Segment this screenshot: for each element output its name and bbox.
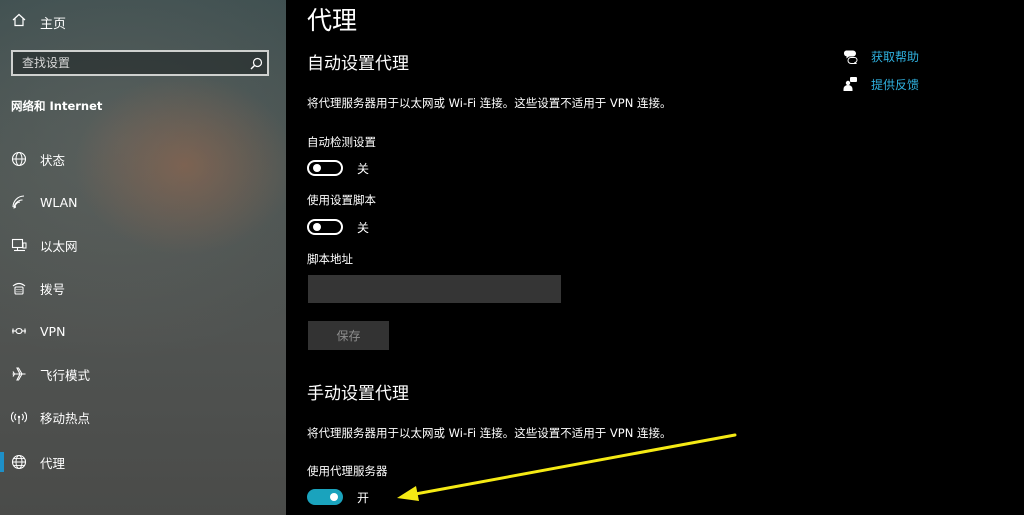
use-proxy-toggle[interactable] (307, 489, 343, 505)
manual-proxy-description: 将代理服务器用于以太网或 Wi-Fi 连接。这些设置不适用于 VPN 连接。 (307, 426, 672, 440)
setup-script-label: 使用设置脚本 (307, 193, 376, 207)
sidebar-item-vpn[interactable]: VPN (0, 311, 286, 351)
sidebar-item-hotspot[interactable]: 移动热点 (0, 397, 286, 437)
setup-script-state: 关 (357, 220, 370, 235)
search-box (11, 50, 269, 76)
search-icon[interactable] (245, 57, 267, 70)
use-proxy-label: 使用代理服务器 (307, 464, 388, 478)
setup-script-row: 关 (307, 217, 369, 237)
auto-detect-toggle[interactable] (307, 160, 343, 176)
manual-proxy-heading: 手动设置代理 (307, 384, 409, 404)
toggle-knob (330, 493, 338, 501)
sidebar-item-label: 飞行模式 (40, 367, 91, 383)
globe-status-icon (11, 151, 27, 167)
section-title: 网络和 Internet (11, 99, 103, 113)
sidebar-item-label: 状态 (40, 152, 66, 168)
setup-script-toggle[interactable] (307, 219, 343, 235)
auto-proxy-description: 将代理服务器用于以太网或 Wi-Fi 连接。这些设置不适用于 VPN 连接。 (307, 96, 672, 110)
sidebar-item-status[interactable]: 状态 (0, 139, 286, 179)
sidebar-item-ethernet[interactable]: 以太网 (0, 225, 286, 265)
get-help-label: 获取帮助 (871, 49, 920, 64)
dialup-icon (11, 280, 27, 296)
feedback-link[interactable]: 提供反馈 (842, 75, 919, 93)
main-content: 代理 自动设置代理 将代理服务器用于以太网或 Wi-Fi 连接。这些设置不适用于… (286, 0, 1024, 515)
page-title: 代理 (307, 6, 358, 35)
search-input[interactable] (13, 52, 245, 74)
sidebar-item-dialup[interactable]: 拨号 (0, 268, 286, 308)
sidebar-item-airplane[interactable]: 飞行模式 (0, 354, 286, 394)
use-proxy-row: 开 (307, 487, 369, 507)
script-address-label: 脚本地址 (307, 252, 353, 266)
feedback-person-icon (842, 76, 858, 92)
toggle-knob (313, 223, 321, 231)
ethernet-icon (11, 237, 27, 253)
home-link[interactable]: 主页 (12, 12, 66, 32)
help-chat-icon (842, 48, 858, 64)
sidebar-item-label: 代理 (40, 455, 66, 471)
save-button[interactable]: 保存 (308, 321, 389, 350)
sidebar-item-proxy[interactable]: 代理 (0, 442, 286, 482)
sidebar-item-label: VPN (40, 323, 66, 339)
airplane-icon (11, 366, 27, 382)
wifi-icon (11, 194, 27, 210)
feedback-label: 提供反馈 (871, 77, 920, 92)
auto-proxy-heading: 自动设置代理 (307, 54, 409, 74)
sidebar-item-label: 拨号 (40, 281, 66, 297)
sidebar: 主页 网络和 Internet 状态 WLAN 以太网 (0, 0, 286, 515)
auto-detect-label: 自动检测设置 (307, 135, 376, 149)
sidebar-item-label: WLAN (40, 194, 78, 210)
sidebar-item-wlan[interactable]: WLAN (0, 182, 286, 222)
auto-detect-row: 关 (307, 158, 369, 178)
toggle-knob (313, 164, 321, 172)
settings-window: 主页 网络和 Internet 状态 WLAN 以太网 (0, 0, 1024, 515)
get-help-link[interactable]: 获取帮助 (842, 47, 919, 65)
auto-detect-state: 关 (357, 161, 370, 176)
sidebar-item-label: 移动热点 (40, 410, 91, 426)
home-label: 主页 (40, 16, 67, 32)
globe-icon (11, 454, 27, 470)
script-address-input[interactable] (308, 275, 561, 303)
hotspot-icon (11, 409, 27, 425)
vpn-icon (11, 323, 27, 339)
use-proxy-state: 开 (357, 490, 370, 505)
sidebar-item-label: 以太网 (40, 238, 78, 254)
home-icon (12, 13, 26, 31)
